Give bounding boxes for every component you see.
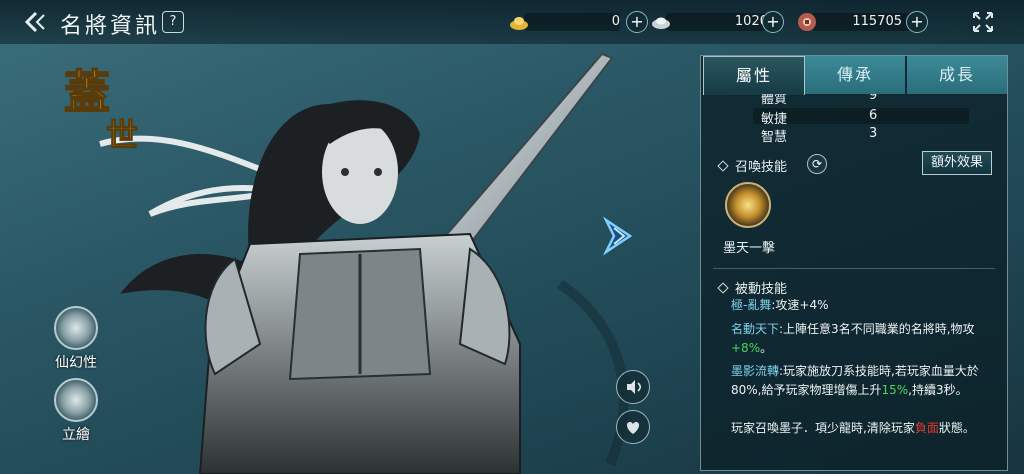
stat-name: 體質 bbox=[761, 94, 788, 107]
passive-skill-text: :上陣任意3名不同職業的名將時, bbox=[779, 322, 951, 336]
extra-effect-button[interactable]: 額外效果 bbox=[922, 151, 992, 175]
passive-skill-text: ,持續3秒。 bbox=[908, 383, 968, 397]
portrait-label: 立繪 bbox=[62, 427, 90, 443]
page-title: 名將資訊 bbox=[60, 14, 161, 39]
summon-skill-label: 召喚技能 bbox=[735, 160, 788, 175]
passive-skill-4: 玩家召喚墨子．項少龍時,清除玩家負面狀態。 bbox=[731, 419, 993, 438]
passive-skill-name: 名動天下 bbox=[731, 322, 780, 336]
tab-inheritance[interactable]: 傳承 bbox=[805, 56, 905, 94]
tab-attributes[interactable]: 屬性 bbox=[703, 56, 805, 95]
add-coin-button[interactable]: + bbox=[906, 11, 928, 33]
info-panel: 屬性 傳承 成長 體質 9 敏捷 6 智慧 3 召喚技能 ⟳ 額外效果 墨天一擊… bbox=[700, 55, 1008, 471]
stat-value: 9 bbox=[869, 94, 878, 103]
stats-list: 體質 9 敏捷 6 智慧 3 bbox=[701, 94, 1007, 150]
gold-ingot-icon bbox=[510, 17, 528, 30]
fantasy-button[interactable]: 仙幻性 bbox=[46, 306, 106, 372]
back-arrow-icon bbox=[24, 11, 45, 33]
passive-skill-label: 被動技能 bbox=[735, 282, 788, 297]
passive-skill-text: 物攻 bbox=[950, 322, 975, 336]
add-gold-button[interactable]: + bbox=[626, 11, 648, 33]
summon-skill-icon[interactable] bbox=[725, 182, 771, 228]
divider bbox=[713, 268, 995, 269]
stat-value: 6 bbox=[869, 108, 878, 123]
passive-skill-2: 名動天下:上陣任意3名不同職業的名將時,物攻 +8%。 bbox=[731, 320, 993, 358]
tab-growth[interactable]: 成長 bbox=[907, 56, 1007, 94]
currency-silver: 1020 + bbox=[650, 11, 784, 33]
stat-row: 體質 9 bbox=[753, 94, 969, 107]
passive-skill-text: 。 bbox=[760, 341, 773, 355]
stat-row: 敏捷 6 bbox=[753, 108, 969, 127]
fantasy-icon bbox=[54, 306, 98, 350]
next-arrow-icon[interactable] bbox=[600, 214, 640, 258]
diamond-bullet-icon bbox=[717, 282, 729, 294]
currency-coin-value: 115705 bbox=[852, 14, 902, 29]
title-badge: 蓋 世 bbox=[63, 64, 138, 154]
back-button[interactable] bbox=[22, 9, 52, 35]
heart-icon bbox=[626, 422, 640, 434]
summon-skill-section: 召喚技能 bbox=[717, 156, 788, 175]
stat-name: 敏捷 bbox=[761, 112, 788, 127]
favorite-button[interactable] bbox=[616, 410, 650, 444]
passive-skill-highlight: 15% bbox=[881, 383, 909, 397]
currency-gold: 0 + bbox=[508, 11, 648, 33]
summon-skill-name: 墨天一擊 bbox=[723, 241, 776, 256]
portrait-button[interactable]: 立繪 bbox=[46, 378, 106, 444]
speaker-icon bbox=[627, 380, 642, 394]
passive-skill-highlight: 負面 bbox=[914, 421, 939, 435]
passive-skill-1: 極-亂舞:攻速+4% bbox=[731, 296, 993, 315]
add-silver-button[interactable]: + bbox=[762, 11, 784, 33]
passive-skill-name: 墨影流轉 bbox=[731, 364, 780, 378]
currency-silver-value: 1020 bbox=[734, 14, 768, 29]
refresh-icon[interactable]: ⟳ bbox=[807, 154, 827, 174]
title-badge-char-2: 世 bbox=[106, 116, 138, 154]
voice-button[interactable] bbox=[616, 370, 650, 404]
passive-skill-section: 被動技能 bbox=[717, 278, 788, 297]
tab-bar: 屬性 傳承 成長 bbox=[701, 56, 1007, 96]
stat-row: 智慧 3 bbox=[753, 126, 969, 145]
fullscreen-icon[interactable] bbox=[972, 11, 994, 33]
diamond-bullet-icon bbox=[717, 160, 729, 172]
silver-icon bbox=[652, 17, 670, 29]
passive-skill-highlight: +8% bbox=[731, 341, 761, 355]
passive-skill-text: 玩家召喚墨子．項少龍時,清除玩家 bbox=[731, 421, 915, 435]
passive-skill-text: :攻速+4% bbox=[771, 298, 829, 312]
passive-skill-name: 極-亂舞 bbox=[731, 298, 772, 312]
top-bar: 名將資訊 ? 0 + 1020 + 115705 + bbox=[0, 0, 1024, 44]
fantasy-label: 仙幻性 bbox=[55, 355, 97, 371]
currency-gold-value: 0 bbox=[611, 14, 620, 29]
passive-skill-text: 狀態。 bbox=[938, 421, 975, 435]
passive-skill-3: 墨影流轉:玩家施放刀系技能時,若玩家血量大於80%,給予玩家物理增傷上升15%,… bbox=[731, 362, 993, 400]
portrait-icon bbox=[54, 378, 98, 422]
title-badge-char-1: 蓋 bbox=[64, 65, 110, 119]
currency-coin: 115705 + bbox=[796, 11, 928, 33]
help-button[interactable]: ? bbox=[162, 11, 184, 33]
coin-icon bbox=[798, 13, 816, 31]
stat-value: 3 bbox=[869, 126, 878, 141]
stat-name: 智慧 bbox=[761, 130, 788, 145]
